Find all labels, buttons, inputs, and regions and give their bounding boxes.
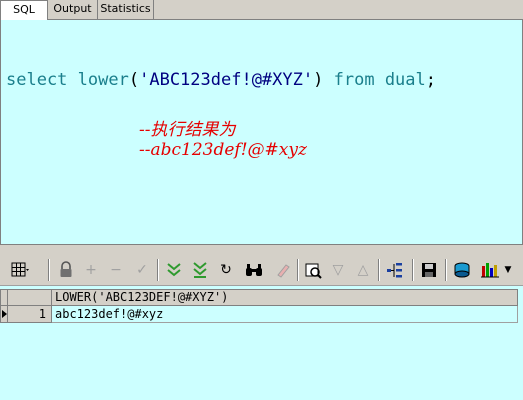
query-by-example-icon[interactable] (303, 260, 323, 280)
delete-record-icon[interactable]: − (106, 260, 126, 280)
next-page-icon[interactable] (164, 260, 184, 280)
toolbar-separator (157, 259, 159, 281)
export-icon[interactable] (452, 260, 472, 280)
grid-menu-icon[interactable] (10, 260, 30, 280)
row-indicator (0, 306, 8, 323)
sql-editor[interactable]: select lower('ABC123def!@#XYZ') from dua… (0, 20, 523, 244)
grid-corner (0, 289, 8, 306)
find-icon[interactable] (244, 260, 264, 280)
tab-sql[interactable]: SQL (0, 0, 48, 20)
chevron-down-icon[interactable]: ▼ (502, 260, 514, 280)
table-cell[interactable]: abc123def!@#xyz (52, 306, 518, 323)
last-page-icon[interactable] (190, 260, 210, 280)
column-header[interactable]: LOWER('ABC123DEF!@#XYZ') (52, 289, 518, 306)
function-name: lower (77, 70, 129, 90)
string-literal: 'ABC123def!@#XYZ' (139, 70, 314, 90)
filter-up-icon[interactable]: ▽ (328, 260, 348, 280)
tab-statistics[interactable]: Statistics (98, 0, 154, 19)
table-name: dual (384, 70, 426, 90)
toolbar-separator (297, 259, 299, 281)
clear-icon[interactable] (273, 260, 293, 280)
tab-output[interactable]: Output (48, 0, 98, 19)
grid-row-number-header (8, 289, 52, 306)
keyword-from: from (333, 70, 375, 90)
tree-icon[interactable] (385, 260, 405, 280)
pane-splitter[interactable] (0, 244, 523, 254)
sql-comment-line: --执行结果为 (139, 120, 236, 140)
tab-strip: SQL Output Statistics (0, 0, 523, 20)
keyword-select: select (6, 70, 68, 90)
save-icon[interactable] (419, 260, 439, 280)
sql-comment-line: --abc123def!@#xyz (139, 140, 307, 160)
result-toolbar: + − ✓ ↻ ▽ △ ▼ (0, 254, 523, 286)
toolbar-separator (412, 259, 414, 281)
chart-icon[interactable] (480, 260, 500, 280)
toolbar-separator (445, 259, 447, 281)
toolbar-separator (48, 259, 50, 281)
insert-record-icon[interactable]: + (81, 260, 101, 280)
sql-statement: select lower('ABC123def!@#XYZ') from dua… (6, 70, 437, 90)
toolbar-separator (378, 259, 380, 281)
post-changes-icon[interactable]: ✓ (132, 260, 152, 280)
current-row-arrow-icon (2, 310, 7, 318)
refresh-icon[interactable]: ↻ (216, 260, 236, 280)
result-grid[interactable]: LOWER('ABC123DEF!@#XYZ') 1 abc123def!@#x… (0, 286, 523, 400)
filter-down-icon[interactable]: △ (353, 260, 373, 280)
row-number: 1 (8, 306, 52, 323)
lock-icon[interactable] (56, 260, 76, 280)
